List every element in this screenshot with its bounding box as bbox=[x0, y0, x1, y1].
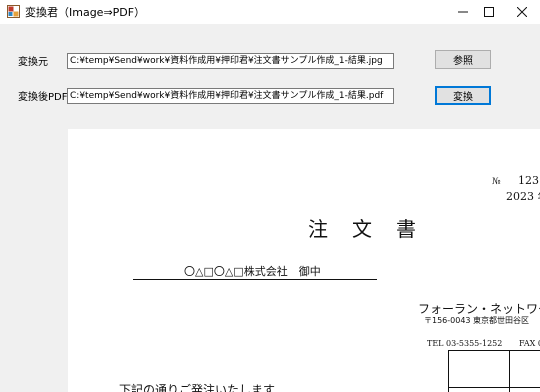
source-path-input[interactable]: C:¥temp¥Send¥work¥資料作成用¥押印君¥注文書サンプル作成_1-… bbox=[67, 53, 394, 69]
doc-number-label: № bbox=[492, 177, 501, 187]
doc-recipient: 〇△□〇△□株式会社 御中 bbox=[184, 265, 321, 278]
maximize-icon bbox=[483, 7, 494, 17]
window-title: 変換君（Image⇒PDF） bbox=[25, 6, 146, 19]
dest-label: 変換後PDF bbox=[18, 92, 68, 103]
doc-title: 注 文 書 bbox=[308, 217, 418, 241]
dest-path-input[interactable]: C:¥temp¥Send¥work¥資料作成用¥押印君¥注文書サンプル作成_1-… bbox=[67, 88, 394, 104]
app-icon bbox=[7, 5, 20, 18]
doc-tel: TEL 03-5355-1252 bbox=[427, 339, 503, 348]
close-icon bbox=[516, 7, 527, 17]
close-button[interactable] bbox=[506, 0, 537, 24]
image-preview: № 123 2023 年 注 文 書 〇△□〇△□株式会社 御中 フォーラン・ネ… bbox=[68, 129, 540, 392]
maximize-button[interactable] bbox=[473, 0, 504, 24]
doc-address: 〒156-0043 東京都世田谷区 bbox=[424, 316, 530, 325]
minimize-icon bbox=[457, 11, 468, 13]
source-label: 変換元 bbox=[18, 57, 48, 68]
stamp-table bbox=[448, 350, 540, 392]
title-bar: 変換君（Image⇒PDF） bbox=[0, 0, 540, 24]
doc-note: 下記の通りご発注いたします bbox=[119, 383, 276, 392]
browse-button[interactable]: 参照 bbox=[435, 50, 491, 69]
doc-date: 2023 年 bbox=[506, 190, 540, 203]
recipient-underline bbox=[133, 279, 377, 280]
doc-number: 123 bbox=[518, 174, 539, 187]
convert-button[interactable]: 変換 bbox=[435, 86, 491, 105]
doc-fax: FAX 03 bbox=[519, 339, 540, 348]
